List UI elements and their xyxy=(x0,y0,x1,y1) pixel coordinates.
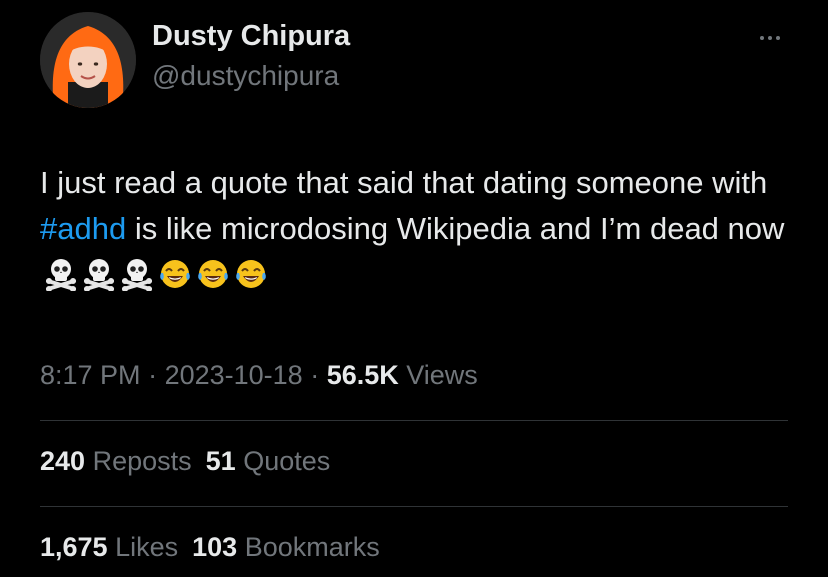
reposts-stat[interactable]: 240 Reposts xyxy=(40,446,192,476)
emoji-group xyxy=(40,257,268,292)
quotes-stat[interactable]: 51 Quotes xyxy=(206,446,331,476)
divider xyxy=(40,420,788,421)
likes-stat[interactable]: 1,675 Likes xyxy=(40,532,178,562)
engagement-stats-row: 240 Reposts 51 Quotes xyxy=(40,446,330,477)
views-count: 56.5K xyxy=(326,360,399,390)
more-options-icon[interactable] xyxy=(752,28,788,48)
engagement-stats-row: 1,675 Likes 103 Bookmarks xyxy=(40,532,380,563)
avatar-image xyxy=(40,12,136,108)
skull-crossbones-icon xyxy=(82,257,116,291)
bookmarks-label: Bookmarks xyxy=(244,532,380,562)
tweet-text-before: I just read a quote that said that datin… xyxy=(40,165,768,200)
tweet-card: Dusty Chipura @dustychipura I just read … xyxy=(0,0,828,577)
author-handle[interactable]: @dustychipura xyxy=(152,60,339,92)
tweet-text-after: is like microdosing Wikipedia and I’m de… xyxy=(126,211,785,246)
likes-label: Likes xyxy=(115,532,179,562)
tweet-text: I just read a quote that said that datin… xyxy=(40,160,810,298)
quotes-count: 51 xyxy=(205,446,236,476)
tears-of-joy-icon xyxy=(196,257,230,291)
tweet-time[interactable]: 8:17 PM xyxy=(40,360,141,390)
tears-of-joy-icon xyxy=(234,257,268,291)
tears-of-joy-icon xyxy=(158,257,192,291)
avatar[interactable] xyxy=(40,12,136,108)
meta-separator: · xyxy=(140,360,165,390)
tweet-date[interactable]: 2023-10-18 xyxy=(165,360,303,390)
divider xyxy=(40,506,788,507)
hashtag-link[interactable]: #adhd xyxy=(40,211,126,246)
meta-separator: · xyxy=(302,360,327,390)
likes-count: 1,675 xyxy=(40,532,108,562)
bookmarks-stat[interactable]: 103 Bookmarks xyxy=(192,532,380,562)
tweet-meta: 8:17 PM · 2023-10-18 · 56.5K Views xyxy=(40,360,478,391)
reposts-label: Reposts xyxy=(92,446,192,476)
bookmarks-count: 103 xyxy=(192,532,238,562)
quotes-label: Quotes xyxy=(243,446,331,476)
views-label: Views xyxy=(406,360,478,390)
author-display-name[interactable]: Dusty Chipura xyxy=(152,20,350,53)
skull-crossbones-icon xyxy=(44,257,78,291)
reposts-count: 240 xyxy=(40,446,86,476)
skull-crossbones-icon xyxy=(120,257,154,291)
